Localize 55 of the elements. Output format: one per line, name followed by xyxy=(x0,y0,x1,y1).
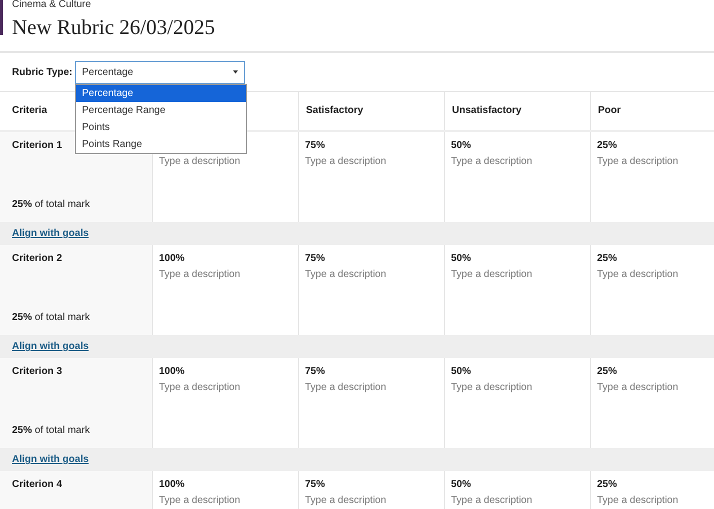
description-field[interactable]: Type a description xyxy=(597,265,708,335)
description-field[interactable]: Type a description xyxy=(305,265,438,335)
level-value: 50% xyxy=(451,140,472,152)
level-value: 50% xyxy=(451,366,472,378)
dropdown-option[interactable]: Points xyxy=(76,118,246,136)
description-field[interactable]: Type a description xyxy=(451,491,584,509)
level-value: 25% xyxy=(597,366,618,378)
weight-text: 25% of total mark xyxy=(12,425,91,436)
description-field[interactable]: Type a description xyxy=(305,491,438,509)
column-header: Poor xyxy=(598,105,621,116)
description-field[interactable]: Type a description xyxy=(597,152,708,222)
page-title: New Rubric 26/03/2025 xyxy=(12,14,216,40)
criterion-name: Criterion 3 xyxy=(12,366,62,377)
dropdown-option[interactable]: Points Range xyxy=(76,136,246,152)
level-value: 75% xyxy=(305,140,326,152)
description-field[interactable]: Type a description xyxy=(305,378,438,448)
description-field[interactable]: Type a description xyxy=(159,152,292,222)
weight-text: 25% of total mark xyxy=(12,312,91,323)
dropdown-option[interactable]: Percentage xyxy=(76,84,246,102)
level-value: 75% xyxy=(305,479,326,491)
align-goals-link[interactable]: Align with goals xyxy=(12,341,89,352)
level-value: 50% xyxy=(451,253,472,265)
description-field[interactable]: Type a description xyxy=(451,378,584,448)
column-header: Criteria xyxy=(12,105,48,116)
criterion-name: Criterion 1 xyxy=(12,140,62,151)
align-goals-link[interactable]: Align with goals xyxy=(12,228,89,239)
description-field[interactable]: Type a description xyxy=(159,265,292,335)
accent-bar xyxy=(0,0,3,35)
weight-text: 25% of total mark xyxy=(12,199,91,210)
level-value: 100% xyxy=(159,253,186,265)
column-header: Satisfactory xyxy=(306,105,364,116)
description-field[interactable]: Type a description xyxy=(451,265,584,335)
level-value: 100% xyxy=(159,366,186,378)
level-value: 25% xyxy=(597,140,618,152)
criterion-name: Criterion 4 xyxy=(12,479,62,490)
description-field[interactable]: Type a description xyxy=(597,491,708,509)
level-value: 75% xyxy=(305,366,326,378)
description-field[interactable]: Type a description xyxy=(159,378,292,448)
level-value: 25% xyxy=(597,253,618,265)
level-value: 25% xyxy=(597,479,618,491)
level-value: 75% xyxy=(305,253,326,265)
description-field[interactable]: Type a description xyxy=(305,152,438,222)
description-field[interactable]: Type a description xyxy=(159,491,292,509)
dropdown-option[interactable]: Percentage Range xyxy=(76,102,246,118)
level-value: 100% xyxy=(159,479,186,491)
align-goals-link[interactable]: Align with goals xyxy=(12,454,89,465)
description-field[interactable]: Type a description xyxy=(451,152,584,222)
caret-icon xyxy=(233,70,238,74)
rubric-type-dropdown[interactable]: Percentage xyxy=(75,60,245,84)
description-field[interactable]: Type a description xyxy=(597,378,708,448)
course-name: Cinema & Culture xyxy=(12,0,92,10)
level-value: 50% xyxy=(451,479,472,491)
criterion-name: Criterion 2 xyxy=(12,253,62,264)
rubric-type-label: Rubric Type: xyxy=(12,66,74,78)
column-header: Unsatisfactory xyxy=(452,105,522,116)
